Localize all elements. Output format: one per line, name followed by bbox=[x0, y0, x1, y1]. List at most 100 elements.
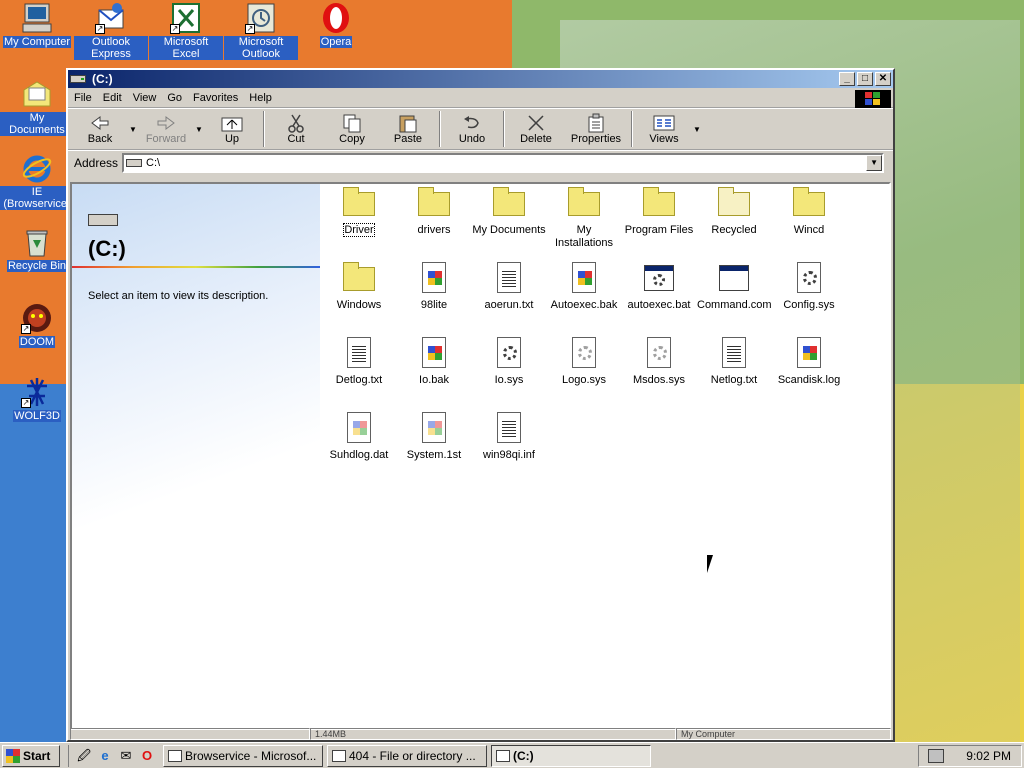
views-dropdown-icon[interactable]: ▼ bbox=[692, 125, 702, 134]
file-item[interactable]: Logo.sys bbox=[547, 336, 621, 387]
file-item[interactable]: 98lite bbox=[397, 261, 471, 312]
outlook-express-icon[interactable]: ✉ bbox=[117, 747, 135, 765]
file-item[interactable]: Command.com bbox=[697, 261, 772, 312]
file-item[interactable]: Config.sys bbox=[772, 261, 846, 312]
menu-help[interactable]: Help bbox=[249, 92, 272, 104]
file-item[interactable]: Wincd bbox=[772, 186, 846, 237]
scheduler-icon[interactable] bbox=[928, 749, 945, 763]
file-item[interactable]: Driver bbox=[322, 186, 396, 237]
paste-button[interactable]: Paste bbox=[380, 113, 436, 145]
desktop-icon-ie-browservice[interactable]: IE (Browservice) bbox=[0, 152, 74, 210]
desktop-icon-recycle-bin[interactable]: Recycle Bin bbox=[0, 226, 74, 272]
desktop-icon-excel[interactable]: ↗ Microsoft Excel bbox=[149, 2, 223, 60]
system-tray: 9:02 PM bbox=[918, 745, 1022, 767]
desktop-icon-label: Outlook Express bbox=[74, 36, 148, 60]
clock[interactable]: 9:02 PM bbox=[966, 749, 1011, 763]
shortcut-arrow-icon: ↗ bbox=[95, 24, 105, 34]
taskbar-button-drive-c[interactable]: (C:) bbox=[491, 744, 651, 767]
explorer-window[interactable]: (C:) _ □ ✕ File Edit View Go Favorites H… bbox=[66, 68, 895, 742]
file-item[interactable]: Program Files bbox=[622, 186, 696, 237]
desktop-icon-outlook[interactable]: ↗ Microsoft Outlook bbox=[224, 2, 298, 60]
file-item[interactable]: Autoexec.bak bbox=[547, 261, 621, 312]
menu-go[interactable]: Go bbox=[167, 92, 182, 104]
desktop-icon-my-computer[interactable]: My Computer bbox=[0, 2, 74, 48]
file-item[interactable]: Scandisk.log bbox=[772, 336, 846, 387]
windows-file-icon bbox=[417, 261, 451, 295]
windows-logo-icon bbox=[6, 748, 20, 763]
minimize-button[interactable]: _ bbox=[839, 72, 855, 86]
window-titlebar[interactable]: (C:) _ □ ✕ bbox=[68, 70, 893, 88]
file-item[interactable]: aoerun.txt bbox=[472, 261, 546, 312]
file-item[interactable]: Detlog.txt bbox=[322, 336, 396, 387]
file-name: Windows bbox=[336, 299, 382, 311]
drive-icon bbox=[88, 214, 118, 226]
desktop-icon-outlook-express[interactable]: ↗ Outlook Express bbox=[74, 2, 148, 60]
folder-icon bbox=[417, 186, 451, 220]
desktop-icon-doom[interactable]: ↗ DOOM bbox=[0, 302, 74, 348]
menu-favorites[interactable]: Favorites bbox=[193, 92, 238, 104]
outlook-express-icon: ↗ bbox=[95, 2, 127, 34]
file-item[interactable]: autoexec.bat bbox=[622, 261, 696, 312]
drive-icon bbox=[496, 749, 510, 762]
file-item[interactable]: Io.bak bbox=[397, 336, 471, 387]
address-dropdown-icon[interactable]: ▼ bbox=[866, 154, 883, 171]
address-input[interactable]: C:\ ▼ bbox=[122, 152, 885, 173]
file-item[interactable]: Suhdlog.dat bbox=[322, 411, 396, 462]
shortcut-arrow-icon: ↗ bbox=[245, 24, 255, 34]
file-item[interactable]: Msdos.sys bbox=[622, 336, 696, 387]
file-item[interactable]: My Documents bbox=[472, 186, 546, 237]
forward-arrow-icon bbox=[138, 113, 194, 133]
batch-file-icon bbox=[642, 261, 676, 295]
delete-x-icon bbox=[508, 113, 564, 133]
up-button[interactable]: Up bbox=[204, 113, 260, 145]
delete-label: Delete bbox=[520, 133, 552, 145]
copy-button[interactable]: Copy bbox=[324, 113, 380, 145]
file-item[interactable]: Recycled bbox=[697, 186, 771, 237]
opera-icon[interactable]: O bbox=[138, 747, 156, 765]
file-item[interactable]: My Installations bbox=[547, 186, 621, 250]
undo-button[interactable]: Undo bbox=[444, 113, 500, 145]
file-item[interactable]: win98qi.inf bbox=[472, 411, 546, 462]
desktop-icon-opera[interactable]: Opera bbox=[299, 2, 373, 48]
folder-icon bbox=[342, 186, 376, 220]
opera-icon bbox=[320, 2, 352, 34]
menu-view[interactable]: View bbox=[133, 92, 157, 104]
toolbar-separator bbox=[503, 111, 505, 147]
windows-file-icon bbox=[792, 336, 826, 370]
file-item[interactable]: Windows bbox=[322, 261, 396, 312]
paste-label: Paste bbox=[393, 133, 423, 145]
views-button[interactable]: Views bbox=[636, 113, 692, 145]
close-button[interactable]: ✕ bbox=[875, 72, 891, 86]
maximize-button[interactable]: □ bbox=[857, 72, 873, 86]
windows-file-icon bbox=[567, 261, 601, 295]
forward-button[interactable]: Forward bbox=[138, 113, 194, 145]
my-documents-icon bbox=[21, 78, 53, 110]
file-item[interactable]: System.1st bbox=[397, 411, 471, 462]
desktop-icon-label: Microsoft Outlook bbox=[224, 36, 298, 60]
cut-button[interactable]: Cut bbox=[268, 113, 324, 145]
start-button[interactable]: Start bbox=[2, 744, 60, 767]
back-dropdown-icon[interactable]: ▼ bbox=[128, 125, 138, 134]
file-item[interactable]: Io.sys bbox=[472, 336, 546, 387]
desktop-icon-label: My Documents bbox=[0, 112, 74, 136]
menu-edit[interactable]: Edit bbox=[103, 92, 122, 104]
properties-button[interactable]: Properties bbox=[564, 113, 628, 145]
menu-file[interactable]: File bbox=[74, 92, 92, 104]
back-button[interactable]: Back bbox=[72, 113, 128, 145]
desktop-icon-wolf3d[interactable]: ↗ WOLF3D bbox=[0, 376, 74, 422]
forward-dropdown-icon[interactable]: ▼ bbox=[194, 125, 204, 134]
file-item[interactable]: drivers bbox=[397, 186, 471, 237]
desktop-icon-my-documents[interactable]: My Documents bbox=[0, 78, 74, 136]
file-name: Wincd bbox=[793, 224, 825, 236]
address-label: Address bbox=[74, 155, 119, 170]
taskbar-button-404[interactable]: 404 - File or directory ... bbox=[327, 744, 487, 767]
file-item[interactable]: Netlog.txt bbox=[697, 336, 771, 387]
taskbar-button-browservice[interactable]: Browservice - Microsof... bbox=[163, 744, 323, 767]
shortcut-arrow-icon: ↗ bbox=[21, 398, 31, 408]
internet-explorer-icon[interactable]: e bbox=[96, 747, 114, 765]
show-desktop-icon[interactable]: 🖉 bbox=[75, 747, 93, 765]
hidden-system-file-icon bbox=[642, 336, 676, 370]
delete-button[interactable]: Delete bbox=[508, 113, 564, 145]
shortcut-arrow-icon: ↗ bbox=[21, 324, 31, 334]
folder-view[interactable]: (C:) Select an item to view its descript… bbox=[70, 182, 891, 730]
